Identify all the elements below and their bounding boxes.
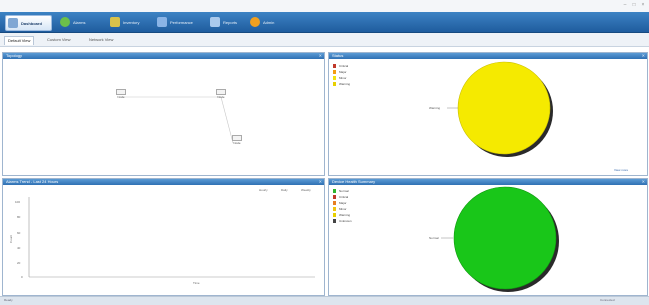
view-more-link[interactable]: View more — [614, 168, 628, 172]
topology-node[interactable]: Node — [219, 135, 255, 145]
pie-slice-warning — [457, 61, 551, 155]
performance-icon — [157, 17, 167, 27]
trend-panel: Alarms Trend - Last 24 Hours ✕ Hourly Da… — [2, 178, 325, 296]
node-label: Node — [217, 95, 225, 99]
status-left-text: Ready — [4, 298, 13, 302]
topology-panel: Topology ✕ Node Node Node — [2, 52, 325, 176]
toolbar-alarms-button[interactable]: Alarms — [58, 15, 103, 29]
y-tick-label: 100 — [15, 200, 21, 204]
health-pie-panel: Device Health Summary ✕ Normal Critical … — [328, 178, 648, 296]
pie-slice-label: Normal — [429, 236, 439, 240]
toolbar-label: Alarms — [73, 19, 86, 25]
trend-chart — [28, 197, 315, 278]
close-button[interactable]: × — [640, 2, 646, 8]
pie-slice-label: Warning — [429, 106, 441, 110]
topology-node[interactable]: Node — [103, 89, 139, 99]
status-pie-panel: Status ✕ Critical Major Minor Warning Wa… — [328, 52, 648, 176]
maximize-button[interactable]: □ — [631, 2, 637, 8]
topology-node[interactable]: Node — [203, 89, 239, 99]
toolbar-label: Reports — [223, 19, 238, 25]
status-pie-chart — [447, 61, 553, 157]
toolbar-performance-button[interactable]: Performance — [155, 15, 205, 29]
pie-slice-normal — [453, 186, 557, 290]
y-tick-label: 40 — [17, 246, 21, 250]
node-label: Node — [117, 95, 125, 99]
tab-custom-view[interactable]: Custom View — [44, 36, 74, 44]
minimize-button[interactable]: – — [622, 2, 628, 8]
toolbar-inventory-button[interactable]: Inventory — [108, 15, 153, 29]
inventory-icon — [110, 17, 120, 27]
toolbar-admin-button[interactable]: Admin — [248, 15, 293, 29]
toolbar-label: Dashboard — [21, 20, 42, 26]
node-label: Node — [233, 141, 241, 145]
toolbar-label: Performance — [170, 19, 193, 25]
title-bar: – □ × — [0, 0, 649, 12]
view-tabs: Default View Custom View Network View — [0, 33, 649, 47]
y-tick-label: 80 — [17, 215, 21, 219]
y-axis-label: Count — [9, 234, 14, 244]
toolbar-dashboard-button[interactable]: Dashboard — [5, 15, 52, 31]
reports-icon — [210, 17, 220, 27]
tab-default-view[interactable]: Default View — [4, 36, 35, 45]
x-axis-label: Time — [193, 281, 200, 285]
alarms-icon — [60, 17, 70, 27]
toolbar-label: Inventory — [123, 19, 140, 25]
status-right-text: Connected — [600, 298, 615, 302]
toolbar-label: Admin — [263, 19, 275, 25]
tab-network-view[interactable]: Network View — [86, 36, 116, 44]
admin-icon — [250, 17, 260, 27]
y-tick-label: 60 — [17, 231, 21, 235]
dashboard-icon — [8, 18, 18, 28]
y-tick-label: 0 — [21, 275, 23, 279]
main-toolbar: Dashboard Alarms Inventory Performance R… — [0, 12, 649, 33]
y-tick-label: 20 — [17, 261, 21, 265]
topology-links — [121, 96, 234, 144]
health-pie-chart — [441, 186, 559, 292]
toolbar-reports-button[interactable]: Reports — [208, 15, 248, 29]
